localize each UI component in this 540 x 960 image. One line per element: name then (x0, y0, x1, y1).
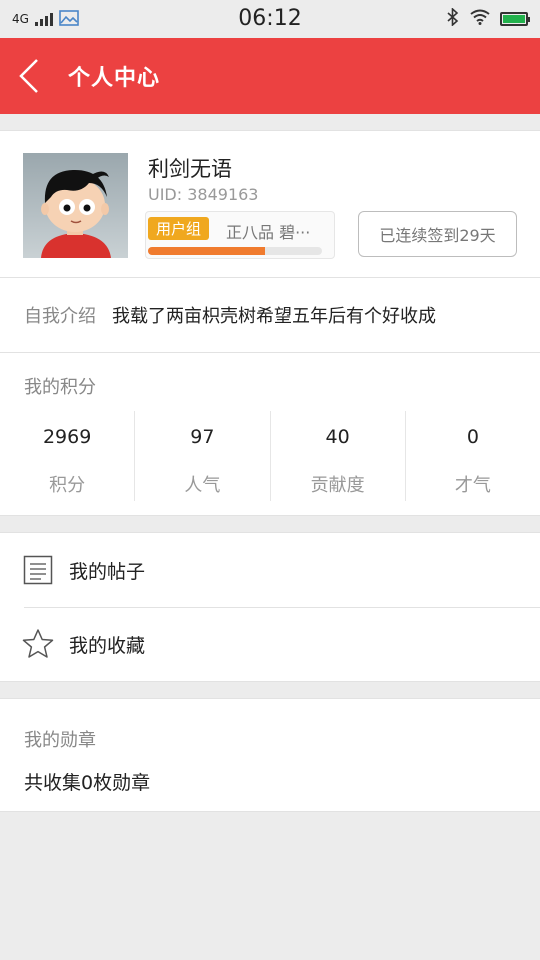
status-bar: 4G 06:12 (0, 0, 540, 38)
group-rank: 正八品 碧··· (226, 223, 311, 242)
menu-item-my-favorites[interactable]: 我的收藏 (0, 607, 540, 681)
points-item-contribution[interactable]: 40 贡献度 (269, 411, 405, 501)
signin-button[interactable]: 已连续签到29天 (358, 211, 517, 257)
clock: 06:12 (238, 6, 302, 31)
self-intro: 自我介绍 我载了两亩枳壳树希望五年后有个好收成 (0, 278, 540, 353)
page-title: 个人中心 (68, 66, 161, 91)
group-progress-fill (148, 247, 265, 255)
points-item-score[interactable]: 2969 积分 (0, 411, 134, 501)
intro-label: 自我介绍 (24, 306, 96, 327)
group-tag: 用户组 (148, 217, 210, 240)
points-section: 我的积分 2969 积分 97 人气 40 贡献度 0 才气 (0, 353, 540, 516)
chevron-left-icon (19, 59, 38, 93)
menu-item-label: 我的收藏 (69, 634, 146, 657)
app-header: 个人中心 (0, 38, 540, 114)
medals-value: 共收集0枚勋章 (24, 772, 151, 794)
points-item-talent[interactable]: 0 才气 (404, 411, 540, 501)
points-caption: 人气 (184, 475, 221, 496)
star-icon (22, 628, 54, 660)
document-icon (22, 554, 54, 586)
points-caption: 积分 (49, 475, 86, 496)
points-label: 我的积分 (24, 377, 96, 398)
back-button[interactable] (18, 56, 48, 96)
user-id: UID: 3849163 (148, 185, 259, 204)
intro-value: 我载了两亩枳壳树希望五年后有个好收成 (112, 306, 436, 327)
battery-icon (500, 12, 530, 26)
points-caption: 贡献度 (310, 475, 365, 496)
user-group[interactable]: 用户组 正八品 碧··· (145, 211, 335, 259)
menu-item-label: 我的帖子 (69, 560, 146, 583)
points-value: 2969 (42, 426, 92, 448)
points-value: 97 (190, 426, 215, 448)
menu-list: 我的帖子 我的收藏 (0, 532, 540, 682)
points-caption: 才气 (454, 475, 491, 496)
username: 利剑无语 (148, 157, 232, 181)
menu-item-my-posts[interactable]: 我的帖子 (0, 533, 540, 607)
medals-label: 我的勋章 (24, 730, 96, 751)
group-progress-bar (148, 247, 322, 255)
profile-card: 利剑无语 UID: 3849163 用户组 正八品 碧··· 已连续签到29天 (0, 130, 540, 278)
avatar[interactable] (23, 153, 128, 258)
points-value: 40 (325, 426, 350, 448)
points-value: 0 (466, 426, 479, 448)
points-item-popularity[interactable]: 97 人气 (134, 411, 269, 501)
medals-section[interactable]: 我的勋章 共收集0枚勋章 (0, 698, 540, 812)
